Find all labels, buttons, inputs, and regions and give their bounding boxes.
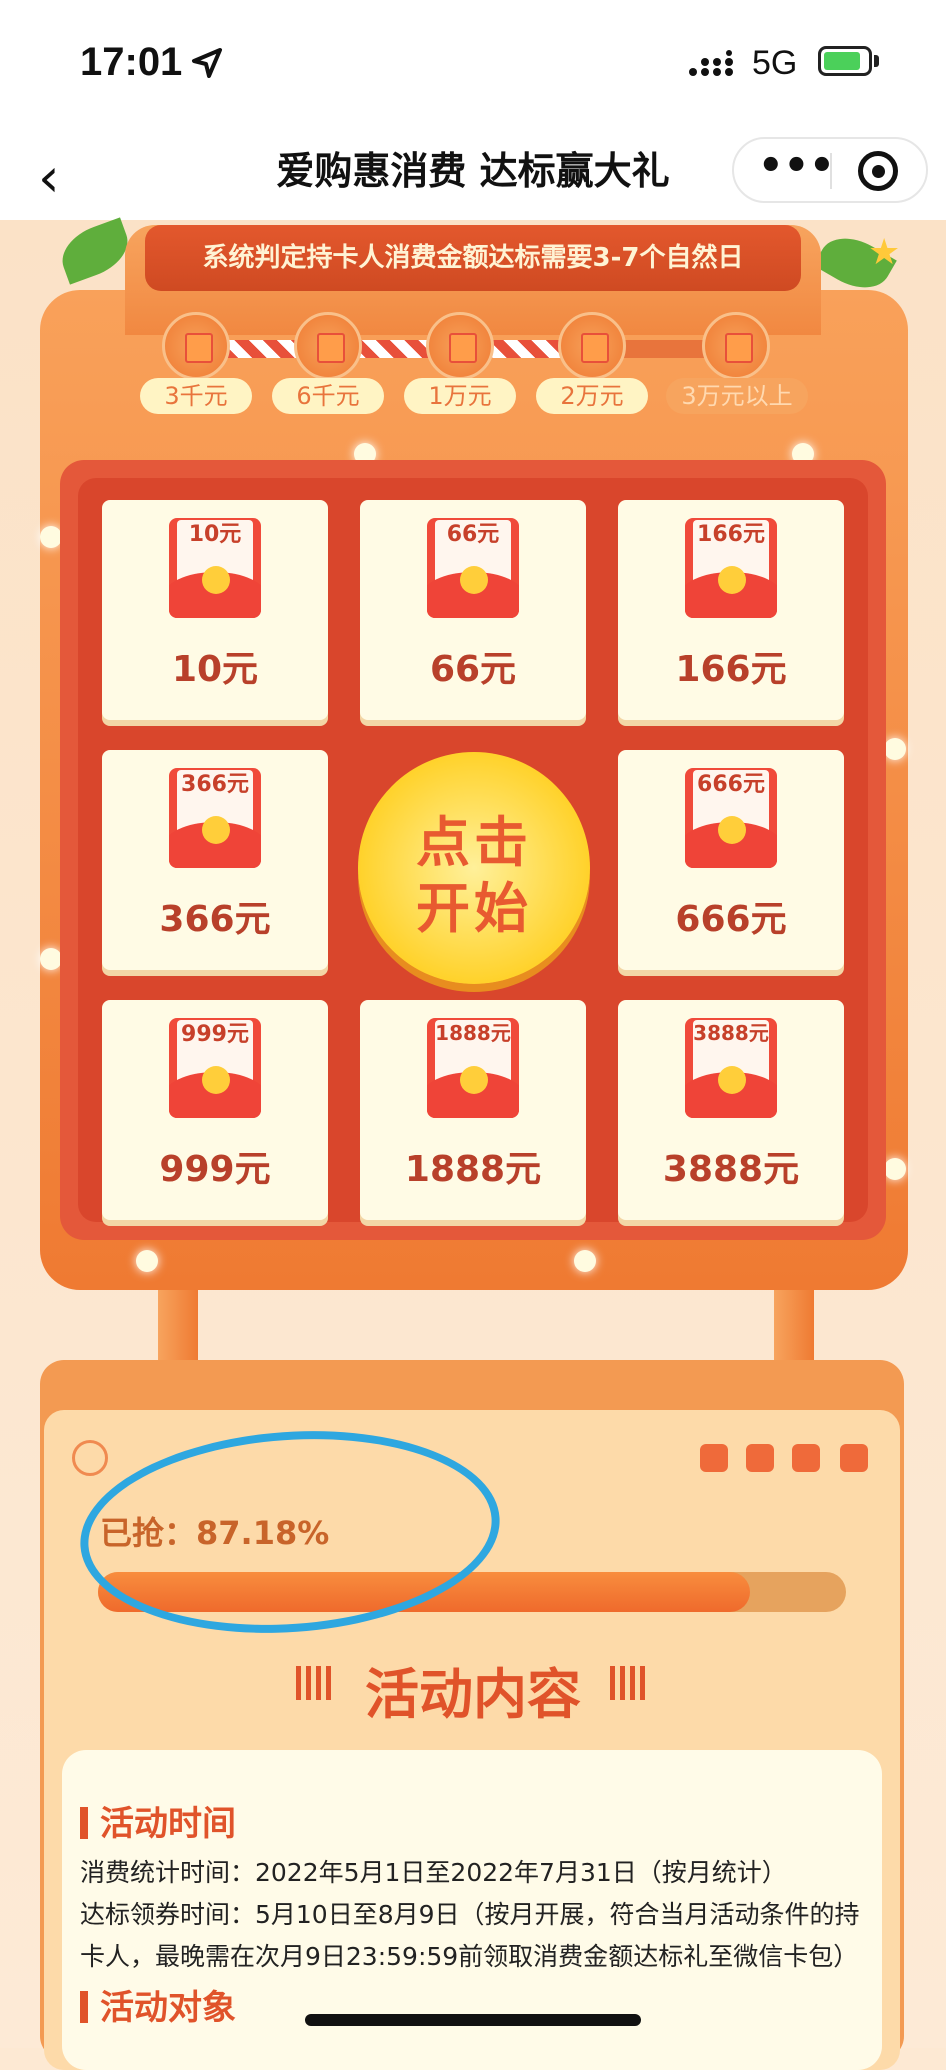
- signal-icon: [689, 50, 733, 76]
- milestone-label: 3千元: [140, 378, 252, 414]
- prize-cell: 366元 366元: [102, 750, 328, 970]
- prize-cell: 66元 66元: [360, 500, 586, 720]
- light-bulb: [136, 1250, 158, 1272]
- activity-target-heading: 活动对象: [80, 1980, 236, 2029]
- prize-cell: 10元 10元: [102, 500, 328, 720]
- battery-tip: [874, 55, 879, 67]
- red-envelope-icon: 1888元: [427, 1018, 519, 1118]
- clock-icon: [72, 1440, 108, 1476]
- prize-cell: 1888元 1888元: [360, 1000, 586, 1220]
- gift-icon: [702, 312, 770, 380]
- close-miniprogram-icon[interactable]: [858, 151, 898, 191]
- network-type: 5G: [752, 44, 798, 82]
- capsule-divider: [830, 153, 832, 189]
- star-icon: ★: [868, 232, 901, 273]
- gift-icon: [426, 312, 494, 380]
- prize-amount: 666元: [675, 899, 787, 940]
- red-envelope-icon: 666元: [685, 768, 777, 868]
- prize-amount: 166元: [675, 649, 787, 690]
- home-indicator: [305, 2014, 641, 2026]
- start-button-line2: 开始: [416, 877, 532, 940]
- mini-program-capsule: •••: [732, 137, 928, 203]
- prize-amount: 366元: [159, 899, 271, 940]
- milestone-label: 6千元: [272, 378, 384, 414]
- prize-cell: 166元 166元: [618, 500, 844, 720]
- decor-square: [746, 1444, 774, 1472]
- decor-square: [840, 1444, 868, 1472]
- red-envelope-icon: 66元: [427, 518, 519, 618]
- decor-square: [792, 1444, 820, 1472]
- prize-cell: 3888元 3888元: [618, 1000, 844, 1220]
- prize-amount: 3888元: [662, 1149, 800, 1190]
- more-button[interactable]: •••: [758, 143, 835, 189]
- red-envelope-icon: 10元: [169, 518, 261, 618]
- prize-amount: 66元: [429, 649, 517, 690]
- start-draw-button[interactable]: 点击 开始: [358, 752, 590, 984]
- gift-icon: [558, 312, 626, 380]
- decor-square: [700, 1444, 728, 1472]
- milestone-label: 2万元: [536, 378, 648, 414]
- red-envelope-icon: 999元: [169, 1018, 261, 1118]
- notice-banner: 系统判定持卡人消费金额达标需要3-7个自然日: [145, 225, 801, 291]
- light-bulb: [884, 738, 906, 760]
- light-bulb: [884, 1158, 906, 1180]
- gift-icon: [294, 312, 362, 380]
- location-arrow-icon: [192, 48, 222, 78]
- battery-icon: [818, 46, 872, 76]
- milestone-label: 1万元: [404, 378, 516, 414]
- red-envelope-icon: 166元: [685, 518, 777, 618]
- gift-icon: [162, 312, 230, 380]
- prize-cell: 999元 999元: [102, 1000, 328, 1220]
- light-bulb: [574, 1250, 596, 1272]
- light-bulb: [40, 526, 62, 548]
- prize-amount: 999元: [159, 1149, 271, 1190]
- claim-time-text: 达标领券时间：5月10日至8月9日（按月开展，符合当月活动条件的持卡人，最晚需在…: [80, 1900, 860, 1971]
- light-bulb: [40, 948, 62, 970]
- milestone-label: 3万元以上: [666, 378, 808, 414]
- prize-amount: 10元: [171, 649, 259, 690]
- status-time: 17:01: [80, 40, 183, 84]
- red-envelope-icon: 3888元: [685, 1018, 777, 1118]
- red-envelope-icon: 366元: [169, 768, 261, 868]
- prize-cell: 666元 666元: [618, 750, 844, 970]
- activity-section-title: 活动内容: [365, 1663, 581, 1726]
- stat-time-text: 消费统计时间：2022年5月1日至2022年7月31日（按月统计）: [80, 1858, 787, 1887]
- activity-time-heading: 活动时间: [80, 1796, 236, 1845]
- prize-amount: 1888元: [404, 1149, 542, 1190]
